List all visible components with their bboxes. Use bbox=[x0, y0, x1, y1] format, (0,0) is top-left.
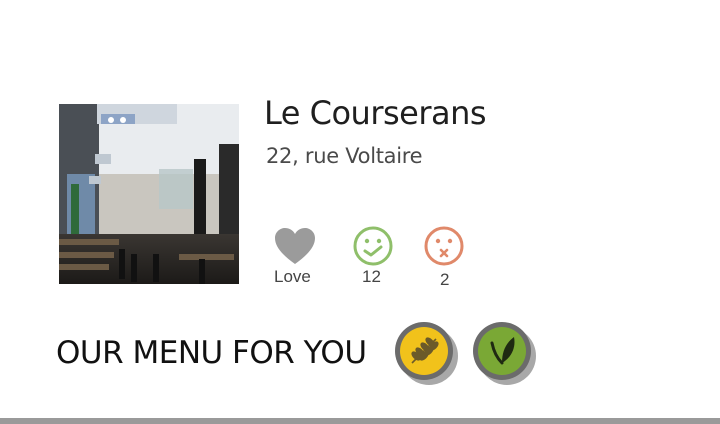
love-label: Love bbox=[274, 267, 311, 286]
wheat-badge-graphic bbox=[395, 322, 458, 385]
restaurant-name: Le Courserans bbox=[264, 94, 487, 132]
restaurant-interior-image bbox=[59, 104, 239, 284]
smiley-happy-icon bbox=[353, 226, 393, 266]
smiley-sad-icon bbox=[424, 226, 464, 266]
bottom-bar bbox=[0, 418, 720, 424]
restaurant-address: 22, rue Voltaire bbox=[266, 144, 423, 168]
restaurant-photo[interactable] bbox=[59, 104, 239, 284]
menu-badge-vegan[interactable] bbox=[470, 319, 536, 385]
love-button[interactable]: Love bbox=[268, 224, 322, 290]
like-button[interactable]: 12 bbox=[350, 224, 398, 290]
menu-badge-wheat[interactable] bbox=[392, 319, 458, 385]
menu-heading: OUR MENU FOR YOU bbox=[56, 335, 367, 371]
dislike-count: 2 bbox=[440, 270, 450, 289]
dislike-button[interactable]: 2 bbox=[422, 224, 470, 290]
leaf-badge-graphic bbox=[473, 322, 536, 385]
like-count: 12 bbox=[362, 267, 381, 286]
heart-icon bbox=[275, 228, 315, 264]
